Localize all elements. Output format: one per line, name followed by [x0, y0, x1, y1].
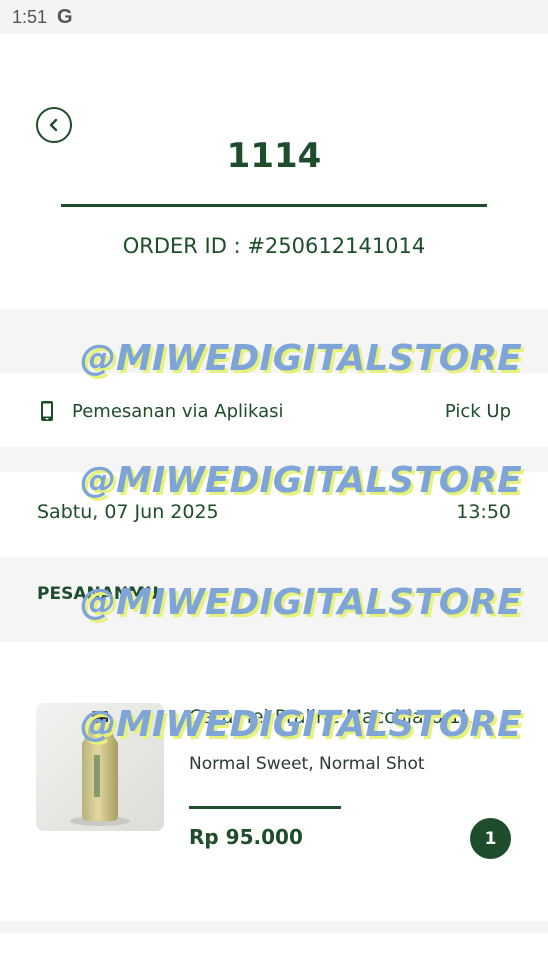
order-mode-row: Pemesanan via Aplikasi Pick Up: [0, 394, 548, 428]
header-divider: [61, 204, 487, 207]
section-separator: [0, 447, 548, 472]
status-time: 1:51: [12, 6, 48, 27]
queue-number: 1114: [226, 136, 322, 176]
order-id: ORDER ID : #250612141014: [122, 234, 426, 258]
order-datetime-row: Sabtu, 07 Jun 2025 13:50: [0, 496, 548, 528]
quantity-badge: 1: [470, 818, 511, 859]
order-mode-value: Pick Up: [444, 400, 511, 422]
status-bar: 1:51 G: [0, 0, 548, 34]
order-time: 13:50: [456, 501, 511, 523]
chevron-left-icon: [49, 118, 58, 132]
product-price: Rp 95.000: [189, 825, 303, 849]
product-name: Caramel Praline Macchiato 1L: [189, 706, 472, 728]
section-title: PESANANMU: [37, 584, 159, 604]
section-separator: [0, 921, 548, 933]
order-mode-label: Pemesanan via Aplikasi: [72, 400, 284, 422]
price-divider: [189, 806, 341, 809]
phone-icon: [41, 401, 53, 421]
product-image: [36, 703, 164, 831]
section-separator: [0, 309, 548, 373]
product-options: Normal Sweet, Normal Shot: [189, 754, 425, 774]
google-icon: G: [57, 5, 73, 28]
order-date: Sabtu, 07 Jun 2025: [37, 501, 219, 523]
